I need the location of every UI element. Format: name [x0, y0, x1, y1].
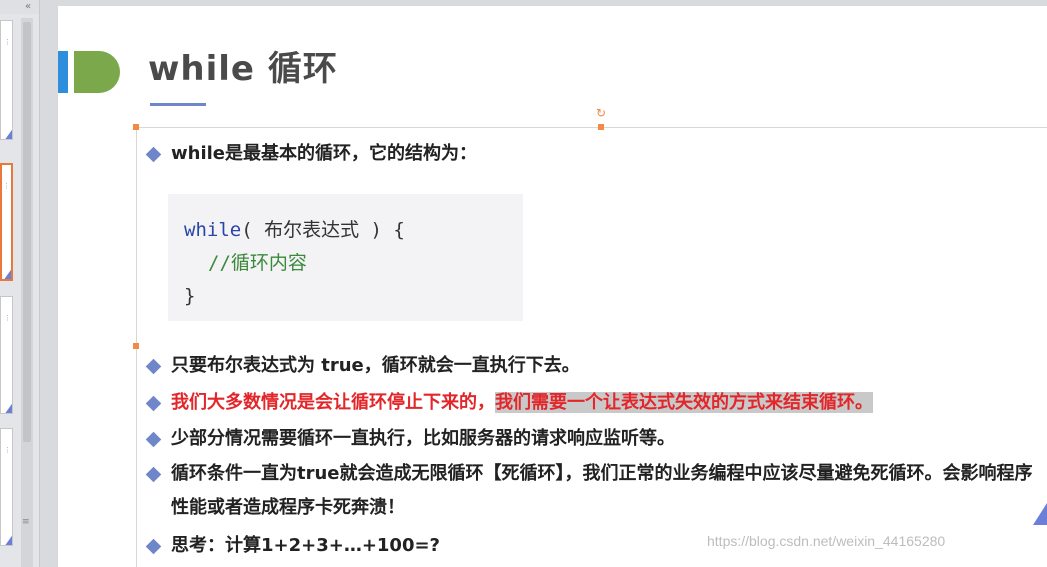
thumbnail-corner-decor: [4, 127, 12, 139]
resize-handle-top-center[interactable]: [598, 124, 604, 130]
code-comment: //循环内容: [208, 252, 307, 274]
thumbnail-scrollbar[interactable]: [21, 18, 33, 567]
thumbnail-dots-icon: ⋮: [4, 446, 11, 454]
thumbnail-dots-icon: ⋮: [4, 314, 11, 322]
watermark-text: https://blog.csdn.net/weixin_44165280: [707, 533, 946, 549]
diamond-bullet-icon: [145, 431, 162, 448]
thumbnail-panel-header: «: [0, 0, 39, 14]
slide-thumbnail-panel: « ⋮ ⋮ ⋮ ⋮ ≡: [0, 0, 40, 567]
resize-handle-middle-left[interactable]: [133, 343, 139, 349]
slide-thumbnail-active[interactable]: ⋮: [0, 163, 13, 281]
bullet-text: while是最基本的循环，它的结构为：: [171, 143, 477, 164]
bullet-text: 只要布尔表达式为 true，循环就会一直执行下去。: [171, 355, 580, 376]
title-underline: [150, 103, 206, 106]
diamond-bullet-icon: [145, 466, 162, 483]
slide-canvas[interactable]: while 循环 ↻ while是最基本的循环，它的结构为： while( 布尔…: [58, 6, 1047, 567]
thumbnail-corner-decor: [3, 267, 11, 279]
bullet-text-red: 我们大多数情况是会让循环停止下来的，我们需要一个让表达式失效的方式来结束循环。: [171, 390, 873, 416]
code-block[interactable]: while( 布尔表达式 ) { //循环内容 }: [168, 194, 523, 321]
slide-thumbnail[interactable]: ⋮: [0, 20, 13, 140]
highlighted-text[interactable]: 我们需要一个让表达式失效的方式来结束循环。: [495, 392, 873, 413]
slide-corner-decor: [1033, 503, 1047, 525]
thumbnail-dots-icon: ⋮: [3, 182, 10, 190]
code-keyword: while: [184, 219, 242, 241]
code-text: ( 布尔表达式 ) {: [241, 219, 405, 241]
bullet-text: 循环条件一直为true就会造成无限循环【死循环】，我们正常的业务编程中应该尽量避…: [171, 463, 1033, 518]
bullet-item[interactable]: while是最基本的循环，它的结构为：: [145, 141, 477, 167]
diamond-bullet-icon: [145, 146, 162, 163]
bullet-item[interactable]: 少部分情况需要循环一直执行，比如服务器的请求响应监听等。: [145, 426, 675, 452]
scrollbar-grip-icon: ≡: [22, 517, 30, 527]
diamond-bullet-icon: [145, 358, 162, 375]
bullet-text: 思考：计算1+2+3+…+100=?: [171, 535, 440, 556]
slide-title[interactable]: while 循环: [148, 48, 338, 90]
slide-thumbnail[interactable]: ⋮: [0, 296, 13, 414]
thumbnail-corner-decor: [4, 533, 12, 545]
rotate-handle-icon[interactable]: ↻: [596, 107, 606, 119]
title-accent-half-circle: [74, 51, 120, 93]
bullet-item[interactable]: 思考：计算1+2+3+…+100=?: [145, 533, 440, 559]
title-accent-bar: [58, 51, 68, 93]
presentation-app: « ⋮ ⋮ ⋮ ⋮ ≡ while 循环 ↻ while是最基本的循环，它的结构…: [0, 0, 1047, 567]
diamond-bullet-icon: [145, 395, 162, 412]
bullet-item[interactable]: 循环条件一直为true就会造成无限循环【死循环】，我们正常的业务编程中应该尽量避…: [145, 457, 1038, 525]
bullet-text: 少部分情况需要循环一直执行，比如服务器的请求响应监听等。: [171, 428, 675, 449]
slide-thumbnail[interactable]: ⋮: [0, 428, 13, 546]
resize-handle-top-left[interactable]: [133, 124, 139, 130]
code-line: while( 布尔表达式 ) {: [184, 214, 523, 247]
bullet-item[interactable]: 只要布尔表达式为 true，循环就会一直执行下去。: [145, 353, 580, 379]
bullet-text-part: 我们大多数情况是会让循环停止下来的，: [171, 392, 495, 413]
bullet-item-emphasis[interactable]: 我们大多数情况是会让循环停止下来的，我们需要一个让表达式失效的方式来结束循环。: [145, 390, 873, 416]
diamond-bullet-icon: [145, 538, 162, 555]
thumbnail-dots-icon: ⋮: [4, 38, 11, 46]
thumbnail-corner-decor: [4, 401, 12, 413]
collapse-panel-icon[interactable]: «: [25, 1, 31, 13]
code-line: }: [184, 285, 196, 307]
thumbnail-scrollbar-thumb[interactable]: [23, 22, 31, 442]
